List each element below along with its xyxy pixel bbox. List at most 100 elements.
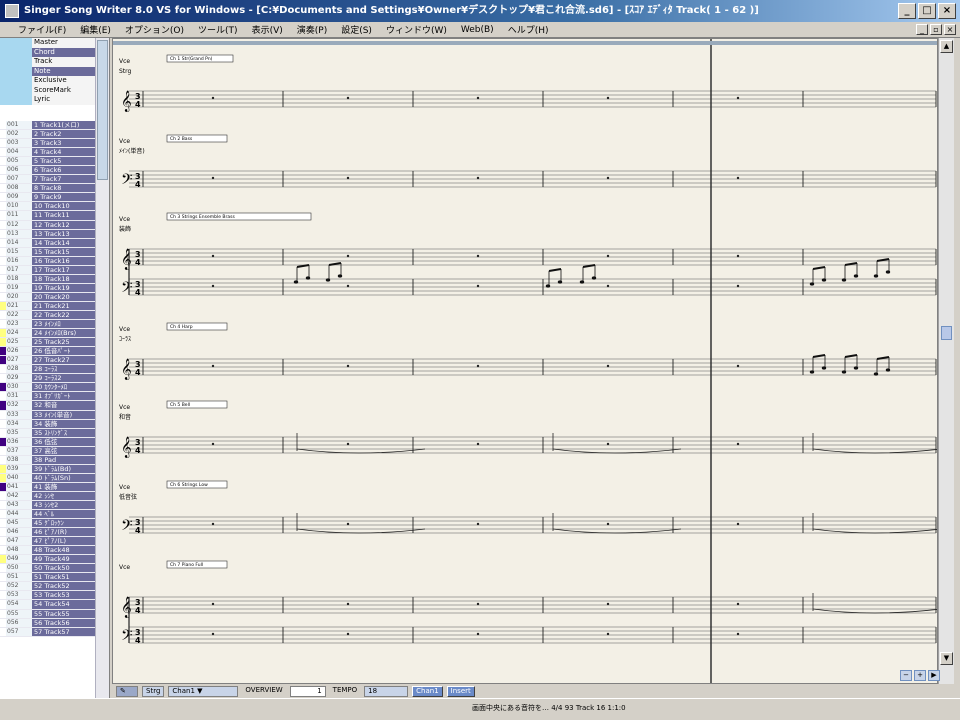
track-row[interactable]: 042 42 ｼﾝｾ xyxy=(0,491,109,501)
menu-item[interactable]: 演奏(P) xyxy=(295,23,329,36)
track-row[interactable]: 041 41 装飾 xyxy=(0,482,109,492)
track-row[interactable]: 048 48 Track48 xyxy=(0,546,109,556)
track-select[interactable]: Chan1 ▼ xyxy=(168,685,239,697)
track-row[interactable]: 051 51 Track51 xyxy=(0,573,109,583)
score-vertical-scrollbar[interactable]: ▲ ▼ xyxy=(938,38,954,684)
score-scroll-thumb[interactable] xyxy=(941,326,952,340)
score-system[interactable]: Vceﾒｲﾝ(単音)Ch 2 Bass𝄢 34 xyxy=(119,134,937,192)
track-row[interactable]: 049 49 Track49 xyxy=(0,555,109,565)
track-row[interactable]: 008 8 Track8 xyxy=(0,184,109,194)
track-row[interactable]: 014 14 Track14 xyxy=(0,238,109,248)
track-row[interactable]: 022 22 Track22 xyxy=(0,310,109,321)
track-row[interactable]: 044 44 ﾍﾞﾙ xyxy=(0,510,109,520)
track-row[interactable]: 037 37 高弦 xyxy=(0,446,109,456)
score-system[interactable]: Vce装飾Ch 3 Strings Ensemble Brass𝄞 34𝄢 34 xyxy=(119,212,937,300)
pencil-tool-icon[interactable]: ✎ xyxy=(116,685,138,697)
track-row[interactable]: 019 19 Track19 xyxy=(0,283,109,293)
mdi-restore-button[interactable]: ▫ xyxy=(930,24,942,35)
track-row[interactable]: 013 13 Track13 xyxy=(0,229,109,239)
track-row[interactable]: 026 26 低音ﾊﾟｰﾄ xyxy=(0,347,109,357)
menu-item[interactable]: 編集(E) xyxy=(78,23,113,36)
view-item[interactable]: Track xyxy=(0,57,109,67)
track-row[interactable]: 045 45 ｸﾞﾛｯｹﾝ xyxy=(0,519,109,529)
track-row[interactable]: 004 4 Track4 xyxy=(0,148,109,158)
scroll-down-arrow-icon[interactable]: ▼ xyxy=(940,652,953,665)
menu-item[interactable]: 表示(V) xyxy=(250,23,285,36)
menu-item[interactable]: ウィンドウ(W) xyxy=(384,23,449,36)
track-row[interactable]: 055 55 Track55 xyxy=(0,609,109,619)
scroll-right-arrow-icon[interactable]: ▶ xyxy=(928,670,940,681)
track-row[interactable]: 047 47 ﾋﾟｱﾉ(L) xyxy=(0,537,109,547)
track-row[interactable]: 025 25 Track25 xyxy=(0,338,109,348)
track-row[interactable]: 043 43 ｼﾝｾ2 xyxy=(0,500,109,511)
view-item[interactable]: Chord xyxy=(0,47,109,57)
track-row[interactable]: 050 50 Track50 xyxy=(0,564,109,574)
note-layer[interactable] xyxy=(293,258,938,614)
track-row[interactable]: 023 23 ﾒｲﾝﾒﾛ xyxy=(0,320,109,330)
track-row[interactable]: 024 24 ﾒｲﾝﾒﾛ(Brs) xyxy=(0,329,109,339)
track-row[interactable]: 056 56 Track56 xyxy=(0,618,109,628)
insert-button[interactable]: Insert xyxy=(446,685,475,697)
track-row[interactable]: 040 40 ﾄﾞﾗﾑ(Sn) xyxy=(0,473,109,483)
track-list-scrollbar[interactable] xyxy=(95,38,109,698)
track-row[interactable]: 035 35 ｽﾄﾘﾝｸﾞｽ xyxy=(0,428,109,438)
maximize-button[interactable]: □ xyxy=(918,3,936,19)
track-row[interactable]: 033 33 ﾒｲﾝ(単音) xyxy=(0,410,109,420)
track-row[interactable]: 015 15 Track15 xyxy=(0,247,109,257)
view-item[interactable]: Lyric xyxy=(0,95,109,105)
menu-item[interactable]: Web(B) xyxy=(459,25,496,35)
track-row[interactable]: 039 39 ﾄﾞﾗﾑ(Bd) xyxy=(0,464,109,474)
track-row[interactable]: 046 46 ﾋﾟｱﾉ(R) xyxy=(0,528,109,538)
track-row[interactable]: 007 7 Track7 xyxy=(0,175,109,185)
mdi-minimize-button[interactable]: _ xyxy=(916,24,928,35)
scroll-up-arrow-icon[interactable]: ▲ xyxy=(940,40,953,53)
track-row[interactable]: 027 27 Track27 xyxy=(0,356,109,366)
track-row[interactable]: 012 12 Track12 xyxy=(0,220,109,230)
chan-button[interactable]: Chan1 xyxy=(412,685,443,697)
track-row[interactable]: 032 32 和音 xyxy=(0,401,109,411)
menu-item[interactable]: オプション(O) xyxy=(123,23,186,36)
zoom-in-icon[interactable]: + xyxy=(914,670,926,681)
view-item[interactable]: Note xyxy=(0,66,109,76)
track-row[interactable]: 020 20 Track20 xyxy=(0,292,109,302)
track-row[interactable]: 053 53 Track53 xyxy=(0,591,109,601)
close-button[interactable]: × xyxy=(938,3,956,19)
view-item[interactable]: ScoreMark xyxy=(0,85,109,95)
track-row[interactable]: 057 57 Track57 xyxy=(0,627,109,637)
mdi-close-button[interactable]: × xyxy=(944,24,956,35)
score-system[interactable]: Vce Ch 7 Piano Full𝄞 34𝄢 34 xyxy=(119,560,937,648)
tempo-input[interactable]: 18 xyxy=(364,685,409,697)
track-list-scroll-thumb[interactable] xyxy=(97,40,108,180)
zoom-out-icon[interactable]: − xyxy=(900,670,912,681)
minimize-button[interactable]: _ xyxy=(898,3,916,19)
zoom-input[interactable]: 1 xyxy=(289,685,326,697)
track-row[interactable]: 005 5 Track5 xyxy=(0,157,109,167)
score-canvas[interactable]: VceStrgCh 1 Str(Grand Pn)𝄞 34Vceﾒｲﾝ(単音)Ch… xyxy=(113,39,938,684)
menu-item[interactable]: ツール(T) xyxy=(196,23,240,36)
track-row[interactable]: 018 18 Track18 xyxy=(0,274,109,284)
track-row[interactable]: 031 31 ｵﾌﾞﾘｶﾞｰﾄ xyxy=(0,392,109,402)
track-row[interactable]: 001 1 Track1(メロ) xyxy=(0,121,109,131)
track-row[interactable]: 003 3 Track3 xyxy=(0,139,109,149)
track-row[interactable]: 021 21 Track21 xyxy=(0,301,109,311)
track-row[interactable]: 036 36 低弦 xyxy=(0,437,109,447)
view-item[interactable]: Master xyxy=(0,38,109,48)
track-row[interactable]: 028 28 ｺｰﾗｽ xyxy=(0,365,109,375)
menu-item[interactable]: 設定(S) xyxy=(339,23,374,36)
track-row[interactable]: 006 6 Track6 xyxy=(0,166,109,176)
track-row[interactable]: 029 29 ｺｰﾗｽ2 xyxy=(0,374,109,384)
app-icon[interactable] xyxy=(5,4,19,18)
track-row[interactable]: 054 54 Track54 xyxy=(0,600,109,610)
score-editor[interactable]: Vce Strg Ch 1 Str(Grand Pn) 𝄞 3 4 Vce ﾒｲﾝ(単音) Ch… xyxy=(112,38,938,684)
track-row[interactable]: 034 34 装飾 xyxy=(0,419,109,429)
track-row[interactable]: 030 30 ｶｳﾝﾀｰﾒﾛ xyxy=(0,383,109,393)
track-row[interactable]: 002 2 Track2 xyxy=(0,130,109,140)
track-row[interactable]: 009 9 Track9 xyxy=(0,193,109,203)
track-row[interactable]: 010 10 Track10 xyxy=(0,202,109,212)
track-row[interactable]: 038 38 Pad xyxy=(0,455,109,465)
menu-item[interactable]: ヘルプ(H) xyxy=(506,23,551,36)
view-item[interactable]: Exclusive xyxy=(0,76,109,86)
mode-select[interactable]: Strg xyxy=(142,685,165,697)
track-row[interactable]: 017 17 Track17 xyxy=(0,265,109,275)
track-row[interactable]: 052 52 Track52 xyxy=(0,582,109,592)
